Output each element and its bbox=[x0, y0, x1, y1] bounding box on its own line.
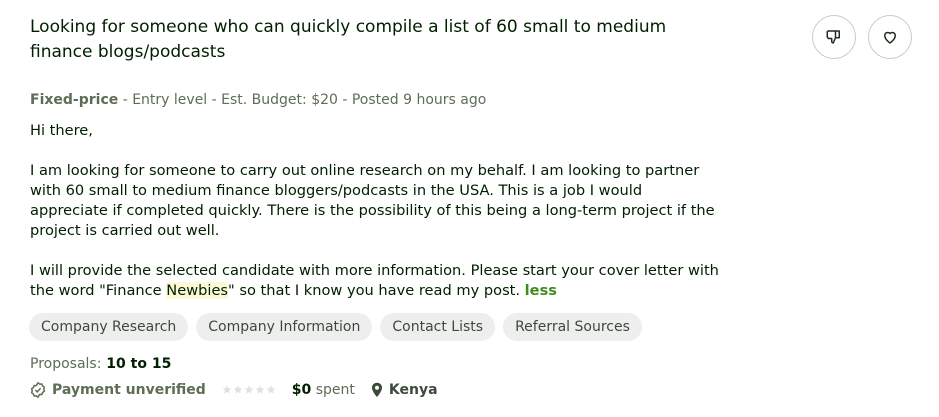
proposals: Proposals: 10 to 15 bbox=[30, 355, 171, 373]
location-name: Kenya bbox=[388, 382, 438, 398]
description-text: " so that I know you have read my post. bbox=[228, 282, 525, 299]
star-icon bbox=[244, 385, 254, 394]
less-link[interactable]: less bbox=[525, 282, 557, 299]
payment-status: Payment unverified bbox=[52, 382, 206, 398]
proposals-value: 10 to 15 bbox=[101, 356, 172, 372]
job-title[interactable]: Looking for someone who can quickly comp… bbox=[30, 15, 770, 65]
check-circle-icon bbox=[30, 381, 46, 399]
description-line: Hi there, bbox=[30, 122, 93, 139]
client-rating bbox=[222, 385, 276, 395]
spent-label: spent bbox=[311, 382, 355, 398]
star-icon bbox=[255, 385, 265, 394]
description-line: appreciate if completed quickly. There i… bbox=[30, 202, 715, 219]
proposals-label: Proposals: bbox=[30, 356, 102, 372]
description-line: I am looking for someone to carry out on… bbox=[30, 162, 700, 179]
star-icon bbox=[222, 385, 232, 394]
description-line: with 60 small to medium finance bloggers… bbox=[30, 182, 643, 199]
description-line: project is carried out well. bbox=[30, 222, 220, 239]
highlighted-keyword: Newbies bbox=[166, 282, 229, 299]
job-title-line[interactable]: finance blogs/podcasts bbox=[30, 40, 770, 65]
job-description: Hi there, I am looking for someone to ca… bbox=[30, 121, 770, 301]
spent-amount: $0 bbox=[291, 382, 312, 398]
description-line: the word "Finance Newbies" so that I kno… bbox=[30, 281, 770, 301]
skill-tags: Company Research Company Information Con… bbox=[29, 313, 642, 341]
skill-tag[interactable]: Referral Sources bbox=[503, 313, 642, 341]
skill-tag[interactable]: Company Information bbox=[196, 313, 373, 341]
star-icon bbox=[266, 385, 276, 394]
job-meta: Fixed-price - Entry level - Est. Budget:… bbox=[30, 90, 486, 110]
skill-tag[interactable]: Company Research bbox=[29, 313, 189, 341]
job-meta-details: - Entry level - Est. Budget: $20 - Poste… bbox=[118, 92, 487, 108]
location-pin-icon bbox=[371, 382, 382, 397]
save-job-button[interactable] bbox=[868, 15, 912, 59]
thumbs-down-icon bbox=[826, 30, 840, 44]
job-title-line[interactable]: Looking for someone who can quickly comp… bbox=[30, 15, 770, 40]
skill-tag[interactable]: Contact Lists bbox=[380, 313, 496, 341]
star-icon bbox=[233, 385, 243, 394]
job-type: Fixed-price bbox=[30, 92, 119, 108]
description-text: the word "Finance bbox=[30, 282, 167, 299]
heart-icon bbox=[884, 31, 896, 44]
description-line: I will provide the selected candidate wi… bbox=[30, 262, 719, 279]
client-location: Kenya bbox=[371, 382, 438, 398]
client-spent: $0 spent bbox=[292, 382, 355, 398]
dislike-button[interactable] bbox=[812, 15, 856, 59]
client-info: Payment unverified $0 spent Kenya bbox=[29, 380, 438, 400]
